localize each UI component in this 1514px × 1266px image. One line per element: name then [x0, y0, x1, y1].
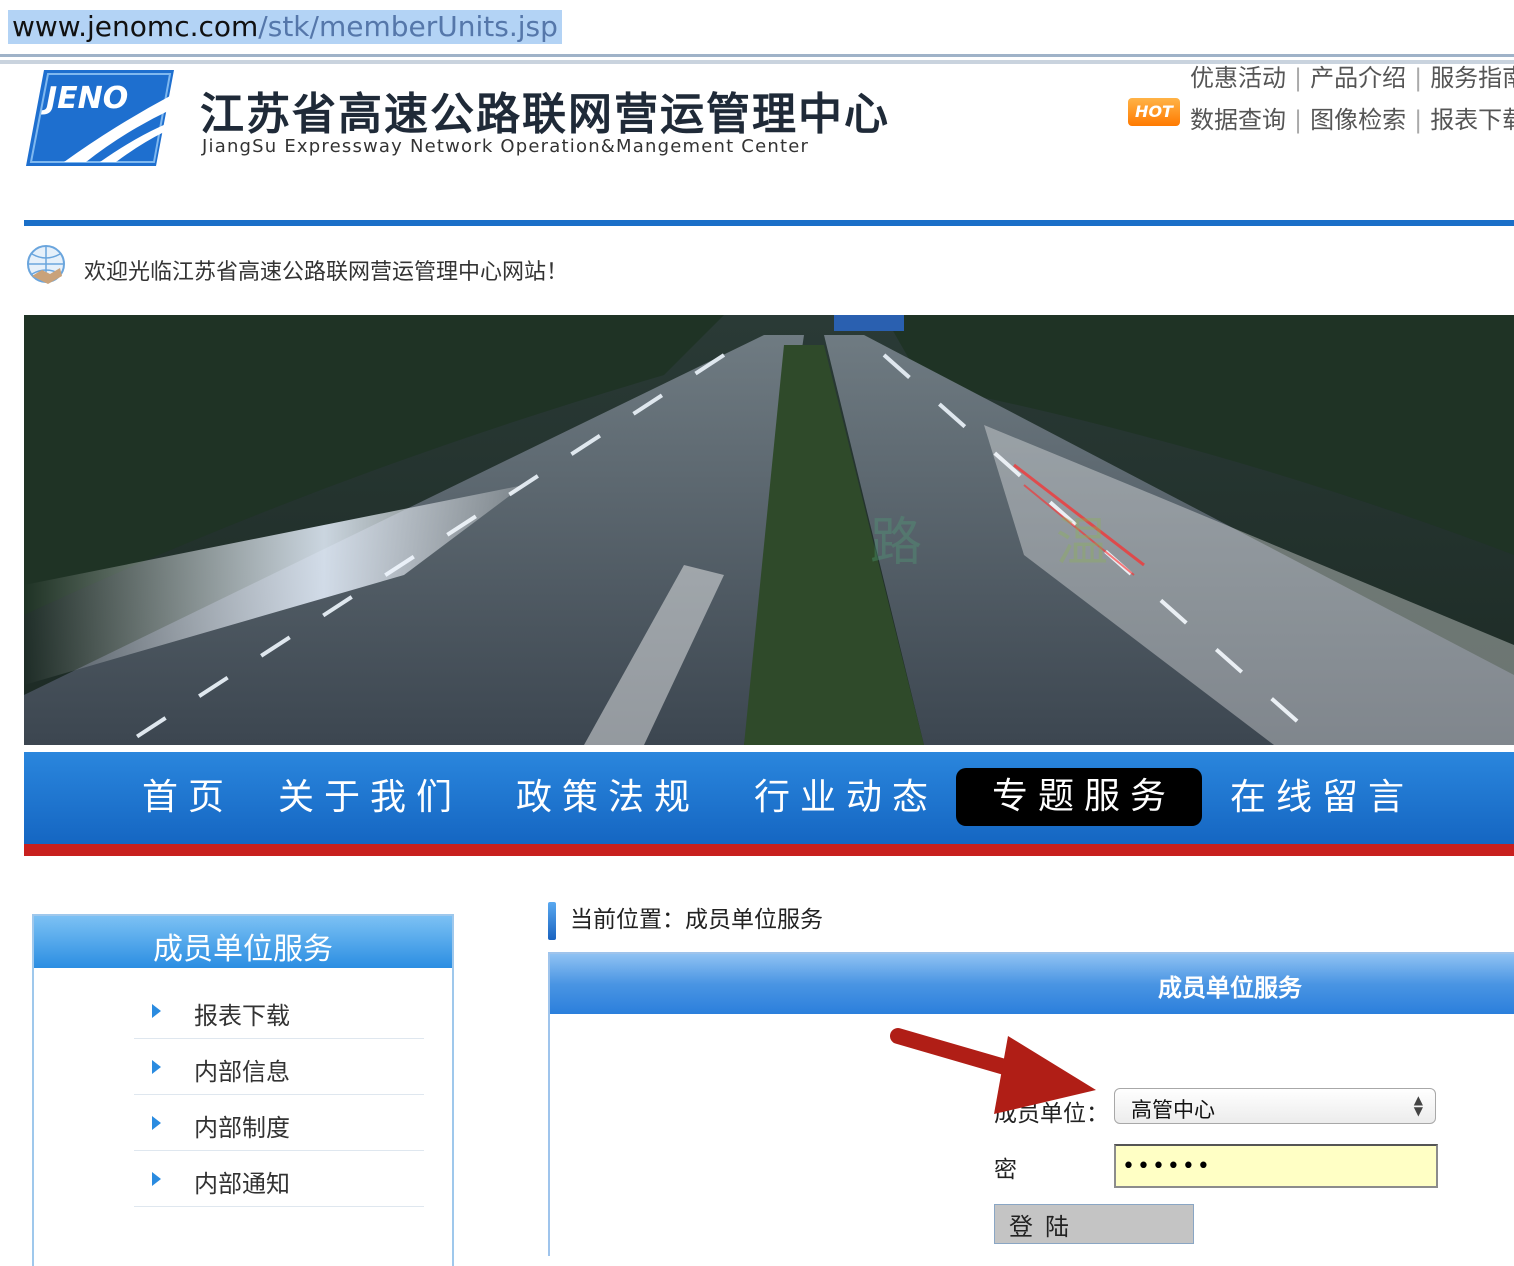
annotation-arrow-icon [890, 1028, 1096, 1114]
sidebar-item-internal-notices[interactable]: 内部通知 [134, 1150, 424, 1207]
login-button[interactable]: 登陆 [994, 1204, 1194, 1244]
member-unit-select[interactable]: 高管中心 ▲ ▼ [1114, 1088, 1436, 1124]
panel-header: 成员单位服务 [550, 954, 1514, 1014]
panel-title: 成员单位服务 [1158, 974, 1302, 1002]
member-unit-select-value: 高管中心 [1131, 1098, 1215, 1122]
handshake-globe-icon [27, 245, 65, 284]
hot-badge: HOT [1128, 98, 1180, 126]
logo-text: JENO [41, 81, 128, 116]
site-title: 江苏省高速公路联网营运管理中心 [200, 89, 890, 140]
nav-special-services[interactable]: 专题服务 [956, 768, 1203, 826]
nav-policies[interactable]: 政策法规 [516, 752, 700, 844]
sidebar-item-report-download[interactable]: 报表下载 [134, 982, 424, 1039]
top-links-row-1: 优惠活动|产品介绍|服务指南 [1190, 58, 1514, 93]
sidebar-item-label: 内部制度 [194, 1114, 290, 1142]
updown-arrows-icon: ▲ ▼ [1413, 1093, 1423, 1118]
sidebar-item-label: 报表下载 [194, 1002, 290, 1030]
breadcrumb: 当前位置：成员单位服务 [570, 907, 823, 933]
sidebar-item-label: 内部通知 [194, 1170, 290, 1198]
triangle-right-icon [152, 1004, 161, 1018]
url-path: /stk/memberUnits.jsp [258, 10, 558, 43]
password-field[interactable] [1114, 1144, 1438, 1188]
banner-watermark-1: 路 [870, 513, 923, 573]
sidebar-item-internal-rules[interactable]: 内部制度 [134, 1094, 424, 1151]
top-link-products[interactable]: 产品介绍 [1310, 64, 1406, 92]
welcome-message: 欢迎光临江苏省高速公路联网营运管理中心网站！ [84, 260, 569, 285]
triangle-right-icon [152, 1060, 161, 1074]
nav-online-message[interactable]: 在线留言 [1230, 752, 1414, 844]
top-link-image-search[interactable]: 图像检索 [1310, 106, 1406, 134]
password-label: 密 [994, 1157, 1017, 1183]
nav-industry-news[interactable]: 行业动态 [754, 752, 938, 844]
nav-about-us[interactable]: 关于我们 [278, 752, 462, 844]
top-link-promotions[interactable]: 优惠活动 [1190, 64, 1286, 92]
header-divider [24, 220, 1514, 226]
main-nav: 首页 关于我们 政策法规 行业动态 专题服务 在线留言 [24, 752, 1514, 844]
nav-underline [24, 844, 1514, 856]
triangle-right-icon [152, 1116, 161, 1130]
breadcrumb-marker [548, 902, 556, 940]
triangle-right-icon [152, 1172, 161, 1186]
nav-home[interactable]: 首页 [142, 752, 234, 844]
url-domain: www.jenomc.com [12, 10, 259, 43]
jeno-logo[interactable]: JENO [24, 66, 176, 170]
sidebar-title: 成员单位服务 [153, 932, 333, 967]
url-text[interactable]: www.jenomc.com/stk/memberUnits.jsp [8, 10, 562, 44]
top-link-data-query[interactable]: 数据查询 [1190, 106, 1286, 134]
banner-watermark-2: 温 [1056, 513, 1109, 573]
sidebar: 成员单位服务 报表下载 内部信息 内部制度 内部通知 [32, 914, 454, 1266]
top-links-row-2: 数据查询|图像检索|报表下载 [1190, 100, 1514, 135]
sidebar-item-label: 内部信息 [194, 1058, 290, 1086]
sidebar-item-internal-info[interactable]: 内部信息 [134, 1038, 424, 1095]
sidebar-header: 成员单位服务 [34, 916, 452, 968]
top-link-service-guide[interactable]: 服务指南 [1430, 64, 1514, 92]
site-subtitle: JiangSu Expressway Network Operation&Man… [202, 136, 810, 157]
top-link-report-download[interactable]: 报表下载 [1430, 106, 1514, 134]
highway-banner-image [24, 315, 1514, 745]
